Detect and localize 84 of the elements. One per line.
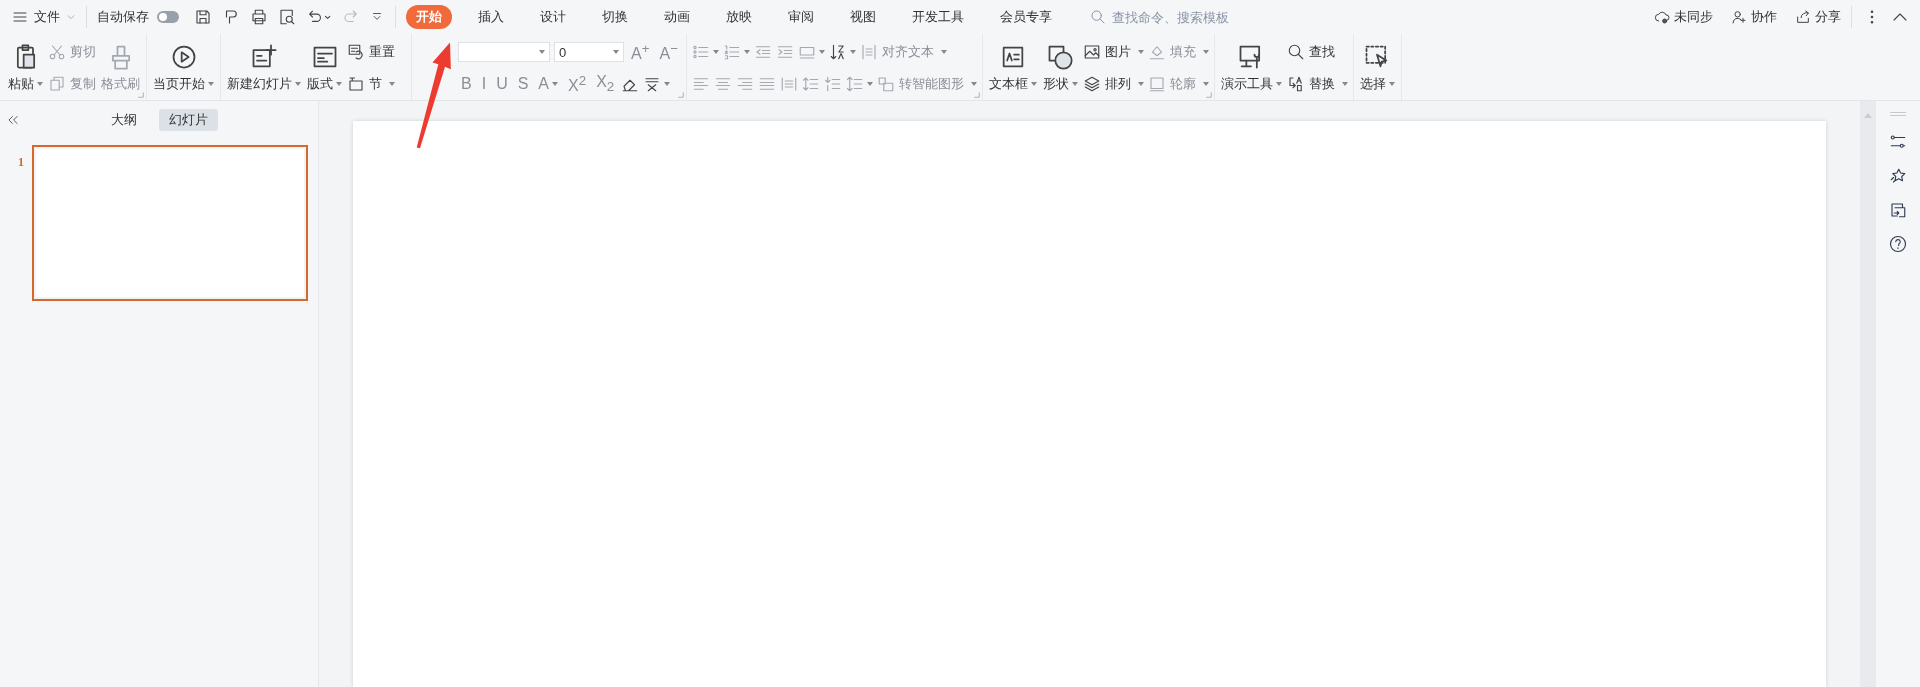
menu-icon	[12, 9, 28, 25]
chevron-down-icon	[66, 12, 76, 22]
shape-icon	[1046, 43, 1075, 71]
ribbon-tab[interactable]: 插入	[468, 5, 514, 29]
panel-tab[interactable]: 大纲	[100, 109, 147, 131]
print-preview-icon[interactable]	[278, 8, 296, 26]
ribbon-tab[interactable]: 会员专享	[990, 5, 1062, 29]
collapse-panel-icon[interactable]	[6, 113, 20, 127]
numbering-icon	[722, 43, 741, 61]
smart-graphic-icon	[876, 75, 895, 93]
slide-thumbnail[interactable]	[32, 145, 308, 301]
align-center-icon	[713, 75, 732, 93]
font-name-field[interactable]	[458, 42, 550, 62]
ribbon-tab[interactable]: 开发工具	[902, 5, 974, 29]
scissors-icon	[48, 43, 66, 61]
layers-icon	[1082, 75, 1101, 93]
autosave-toggle[interactable]	[157, 11, 179, 23]
ribbon-tab[interactable]: 视图	[840, 5, 886, 29]
ribbon-button[interactable]: 选择	[1358, 41, 1396, 95]
share-button[interactable]: 分享	[1795, 8, 1841, 26]
slide-number: 1	[18, 155, 24, 170]
sort-icon	[828, 43, 847, 61]
line-spacing-icon	[801, 75, 820, 93]
star-icon[interactable]	[1889, 167, 1907, 185]
ribbon-button[interactable]: 形状	[1041, 41, 1079, 95]
picture-icon	[1082, 43, 1101, 61]
share-icon	[1795, 9, 1811, 25]
ribbon-button[interactable]: 当页开始	[152, 41, 215, 95]
collaborate-button[interactable]: 协作	[1731, 8, 1777, 26]
autosave-label: 自动保存	[97, 8, 149, 26]
drag-handle-icon[interactable]	[1889, 111, 1907, 117]
ribbon-button[interactable]: 节	[347, 71, 395, 97]
slide-show-icon[interactable]	[1889, 201, 1907, 219]
outdent-icon	[753, 43, 772, 61]
indent-icon	[775, 43, 794, 61]
save-icon[interactable]	[194, 8, 212, 26]
dialog-launcher-icon[interactable]	[677, 92, 684, 98]
align-right-icon	[735, 75, 754, 93]
scroll-up-icon[interactable]	[1864, 113, 1872, 118]
dialog-launcher-icon[interactable]	[973, 92, 980, 98]
spacing-icon	[845, 75, 864, 93]
outline-icon	[1147, 75, 1166, 93]
ribbon-button[interactable]: 粘贴	[7, 41, 44, 95]
bullets-icon	[691, 43, 710, 61]
replace-icon	[1286, 75, 1305, 93]
sync-button[interactable]: 未同步	[1654, 8, 1713, 26]
ribbon-tab[interactable]: 切换	[592, 5, 638, 29]
cloud-icon	[1654, 9, 1670, 25]
justify-icon	[757, 75, 776, 93]
ribbon-button[interactable]: 图片	[1082, 39, 1144, 65]
panel-tab[interactable]: 幻灯片	[158, 109, 218, 131]
ribbon-button[interactable]: 查找	[1286, 39, 1335, 65]
ribbon-tab[interactable]: 动画	[654, 5, 700, 29]
dialog-launcher-icon[interactable]	[138, 92, 144, 98]
fill-icon	[1147, 43, 1166, 61]
paragraph-spacing-icon	[823, 75, 842, 93]
font-size-field[interactable]: 0	[554, 42, 624, 62]
vertical-scrollbar[interactable]	[1860, 101, 1876, 687]
ribbon-button[interactable]: 文本框	[987, 41, 1038, 95]
reset-icon	[347, 43, 365, 61]
align-text-icon	[859, 43, 878, 61]
ribbon-tab[interactable]: 设计	[530, 5, 576, 29]
search-icon	[1286, 43, 1305, 61]
section-icon	[347, 75, 365, 93]
align-left-icon	[691, 75, 710, 93]
ribbon-button[interactable]: 重置	[347, 39, 395, 65]
ribbon-button[interactable]: 新建幻灯片	[226, 41, 302, 95]
distribute-icon	[779, 75, 798, 93]
ribbon-tab[interactable]: 放映	[716, 5, 762, 29]
properties-icon[interactable]	[1889, 133, 1907, 151]
copy-icon	[48, 75, 66, 93]
print-icon[interactable]	[250, 8, 268, 26]
help-icon[interactable]	[1889, 235, 1907, 253]
file-menu[interactable]: 文件	[12, 8, 76, 26]
dialog-launcher-icon[interactable]	[1205, 92, 1212, 98]
user-add-icon	[1731, 9, 1747, 25]
ribbon-button[interactable]: 演示工具	[1219, 41, 1283, 95]
ribbon-tab[interactable]: 审阅	[778, 5, 824, 29]
command-search[interactable]: 查找命令、搜索模板	[1090, 8, 1264, 26]
search-icon	[1090, 9, 1106, 25]
ribbon-button[interactable]: 排列	[1082, 71, 1144, 97]
pinyin-icon	[643, 75, 662, 93]
ribbon-button[interactable]: 版式	[306, 41, 343, 95]
ribbon-button[interactable]: 替换	[1286, 71, 1348, 97]
